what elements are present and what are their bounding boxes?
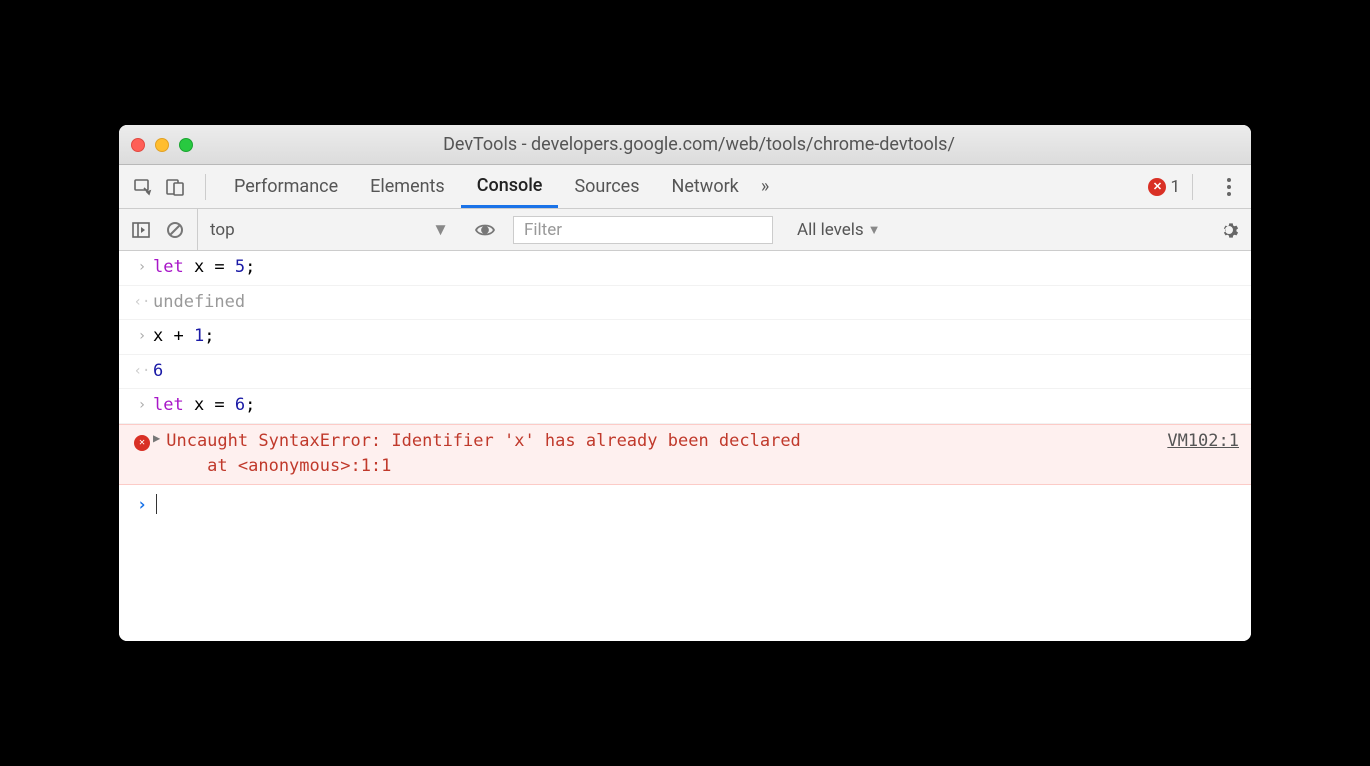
error-icon: ✕ [1148, 178, 1166, 196]
clear-console-button[interactable] [163, 218, 187, 242]
tab-network[interactable]: Network [656, 165, 755, 208]
error-message: Uncaught SyntaxError: Identifier 'x' has… [166, 429, 1147, 480]
chevron-down-icon: ▼ [432, 220, 449, 240]
expand-error-icon[interactable]: ▶ [153, 429, 160, 447]
console-error-row[interactable]: ✕ ▶ Uncaught SyntaxError: Identifier 'x'… [119, 424, 1251, 485]
console-output-row: ‹· undefined [119, 286, 1251, 321]
input-chevron-icon: › [138, 395, 146, 416]
console-input-row[interactable]: › x + 1; [119, 320, 1251, 355]
tab-console[interactable]: Console [461, 165, 559, 208]
console-prompt[interactable]: › [119, 485, 1251, 525]
toggle-sidebar-button[interactable] [129, 218, 153, 242]
panel-tabs: Performance Elements Console Sources Net… [119, 165, 1251, 209]
console-result: undefined [153, 290, 1239, 316]
console-output-row: ‹· 6 [119, 355, 1251, 390]
separator [205, 174, 206, 200]
live-expression-button[interactable] [473, 218, 497, 242]
tab-elements[interactable]: Elements [354, 165, 461, 208]
error-count: 1 [1170, 177, 1180, 197]
console-settings-button[interactable] [1217, 218, 1241, 242]
input-chevron-icon: › [138, 257, 146, 278]
prompt-chevron-icon: › [137, 493, 147, 519]
separator [1192, 174, 1193, 200]
tab-sources[interactable]: Sources [558, 165, 655, 208]
log-levels-dropdown[interactable]: All levels ▼ [783, 220, 881, 240]
filter-placeholder: Filter [524, 220, 562, 240]
close-window-button[interactable] [131, 138, 145, 152]
console-output: › let x = 5; ‹· undefined › x + 1; ‹· 6 … [119, 251, 1251, 641]
devtools-window: DevTools - developers.google.com/web/too… [119, 125, 1251, 641]
device-toolbar-button[interactable] [161, 173, 189, 201]
console-input-row[interactable]: › let x = 5; [119, 251, 1251, 286]
input-chevron-icon: › [138, 326, 146, 347]
error-source-link[interactable]: VM102:1 [1147, 429, 1239, 455]
context-selector[interactable]: top ▼ [197, 209, 457, 250]
console-toolbar: top ▼ Filter All levels ▼ [119, 209, 1251, 251]
chevron-down-icon: ▼ [868, 222, 881, 238]
console-code: x + 1; [153, 324, 1239, 350]
context-value: top [210, 220, 235, 240]
console-code: let x = 6; [153, 393, 1239, 419]
console-result: 6 [153, 359, 1239, 385]
text-cursor [156, 494, 157, 514]
window-title: DevTools - developers.google.com/web/too… [159, 134, 1239, 155]
output-chevron-icon: ‹· [134, 361, 151, 382]
more-options-button[interactable] [1217, 172, 1241, 202]
tab-performance[interactable]: Performance [218, 165, 354, 208]
console-code: let x = 5; [153, 255, 1239, 281]
error-count-badge[interactable]: ✕ 1 [1148, 177, 1180, 197]
filter-input[interactable]: Filter [513, 216, 773, 244]
titlebar: DevTools - developers.google.com/web/too… [119, 125, 1251, 165]
tabs-overflow-button[interactable]: » [761, 176, 769, 197]
error-icon: ✕ [134, 435, 150, 451]
levels-label: All levels [797, 220, 864, 240]
inspect-element-button[interactable] [129, 173, 157, 201]
console-input-row[interactable]: › let x = 6; [119, 389, 1251, 424]
output-chevron-icon: ‹· [134, 292, 151, 313]
